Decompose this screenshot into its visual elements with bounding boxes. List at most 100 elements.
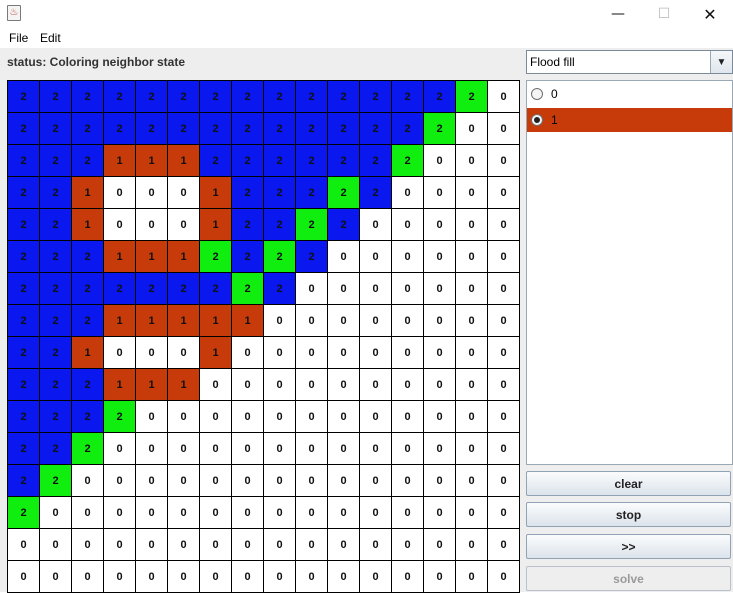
grid-cell[interactable]: 0 <box>392 561 424 593</box>
grid-cell[interactable]: 2 <box>40 305 72 337</box>
grid-cell[interactable]: 1 <box>136 145 168 177</box>
grid-cell[interactable]: 1 <box>72 337 104 369</box>
grid-cell[interactable]: 1 <box>104 241 136 273</box>
grid-cell[interactable]: 0 <box>168 177 200 209</box>
grid-cell[interactable]: 1 <box>72 209 104 241</box>
grid-cell[interactable]: 2 <box>264 145 296 177</box>
grid-cell[interactable]: 1 <box>200 305 232 337</box>
grid-cell[interactable]: 0 <box>488 305 520 337</box>
grid-cell[interactable]: 2 <box>136 273 168 305</box>
grid-cell[interactable]: 0 <box>456 401 488 433</box>
grid-cell[interactable]: 2 <box>200 81 232 113</box>
maximize-button[interactable]: ☐ <box>641 0 687 28</box>
grid-cell[interactable]: 0 <box>488 529 520 561</box>
grid-cell[interactable]: 2 <box>40 81 72 113</box>
grid-cell[interactable]: 0 <box>296 337 328 369</box>
grid-cell[interactable]: 0 <box>200 433 232 465</box>
grid-cell[interactable]: 0 <box>104 529 136 561</box>
grid-cell[interactable]: 0 <box>328 273 360 305</box>
grid-cell[interactable]: 0 <box>456 465 488 497</box>
grid-cell[interactable]: 0 <box>104 209 136 241</box>
grid-cell[interactable]: 2 <box>8 433 40 465</box>
grid-cell[interactable]: 0 <box>392 209 424 241</box>
grid-cell[interactable]: 0 <box>392 273 424 305</box>
minimize-button[interactable]: — <box>595 0 641 28</box>
grid-cell[interactable]: 0 <box>72 529 104 561</box>
grid-cell[interactable]: 0 <box>424 209 456 241</box>
grid-cell[interactable]: 0 <box>360 273 392 305</box>
grid-cell[interactable]: 2 <box>8 337 40 369</box>
grid-cell[interactable]: 0 <box>200 401 232 433</box>
menu-file[interactable]: File <box>7 30 30 46</box>
grid-cell[interactable]: 0 <box>456 241 488 273</box>
grid-cell[interactable]: 2 <box>104 81 136 113</box>
grid-cell[interactable]: 2 <box>8 81 40 113</box>
grid-cell[interactable]: 2 <box>72 401 104 433</box>
grid-cell[interactable]: 2 <box>328 113 360 145</box>
grid-cell[interactable]: 2 <box>296 113 328 145</box>
grid-cell[interactable]: 2 <box>424 113 456 145</box>
grid-cell[interactable]: 2 <box>8 497 40 529</box>
grid-cell[interactable]: 0 <box>296 561 328 593</box>
grid-cell[interactable]: 2 <box>392 145 424 177</box>
stop-button[interactable]: stop <box>526 502 731 527</box>
grid-cell[interactable]: 0 <box>360 497 392 529</box>
grid-cell[interactable]: 0 <box>136 337 168 369</box>
grid-cell[interactable]: 0 <box>264 529 296 561</box>
step-button[interactable]: >> <box>526 534 731 559</box>
grid-cell[interactable]: 0 <box>328 497 360 529</box>
grid-cell[interactable]: 0 <box>168 497 200 529</box>
grid-cell[interactable]: 0 <box>296 305 328 337</box>
grid-cell[interactable]: 0 <box>328 337 360 369</box>
grid-cell[interactable]: 2 <box>40 465 72 497</box>
grid-cell[interactable]: 0 <box>296 497 328 529</box>
grid-cell[interactable]: 2 <box>104 401 136 433</box>
grid-cell[interactable]: 2 <box>8 273 40 305</box>
grid-cell[interactable]: 0 <box>232 433 264 465</box>
grid-cell[interactable]: 0 <box>328 465 360 497</box>
grid-cell[interactable]: 0 <box>424 177 456 209</box>
grid-cell[interactable]: 2 <box>40 113 72 145</box>
grid-cell[interactable]: 0 <box>360 433 392 465</box>
grid-cell[interactable]: 0 <box>200 529 232 561</box>
grid-cell[interactable]: 1 <box>72 177 104 209</box>
grid-cell[interactable]: 2 <box>360 177 392 209</box>
grid-cell[interactable]: 0 <box>424 401 456 433</box>
grid-cell[interactable]: 0 <box>40 561 72 593</box>
grid-cell[interactable]: 2 <box>232 177 264 209</box>
grid-cell[interactable]: 0 <box>168 337 200 369</box>
grid-cell[interactable]: 2 <box>8 465 40 497</box>
grid-cell[interactable]: 0 <box>136 561 168 593</box>
grid-cell[interactable]: 0 <box>328 433 360 465</box>
grid-cell[interactable]: 2 <box>392 81 424 113</box>
grid-cell[interactable]: 0 <box>104 561 136 593</box>
grid-cell[interactable]: 2 <box>264 273 296 305</box>
grid-cell[interactable]: 2 <box>136 81 168 113</box>
grid-cell[interactable]: 0 <box>424 433 456 465</box>
grid-cell[interactable]: 0 <box>104 337 136 369</box>
grid-cell[interactable]: 0 <box>392 241 424 273</box>
grid-cell[interactable]: 1 <box>168 241 200 273</box>
grid-cell[interactable]: 0 <box>424 561 456 593</box>
grid-cell[interactable]: 0 <box>392 305 424 337</box>
palette-item-1[interactable]: 1 <box>527 108 732 132</box>
grid-cell[interactable]: 0 <box>264 497 296 529</box>
grid-cell[interactable]: 2 <box>264 241 296 273</box>
grid-cell[interactable]: 2 <box>200 241 232 273</box>
grid-cell[interactable]: 0 <box>456 113 488 145</box>
grid-cell[interactable]: 2 <box>72 433 104 465</box>
grid-cell[interactable]: 2 <box>8 369 40 401</box>
grid-cell[interactable]: 2 <box>8 145 40 177</box>
grid-cell[interactable]: 2 <box>8 401 40 433</box>
grid-cell[interactable]: 0 <box>40 497 72 529</box>
grid-cell[interactable]: 2 <box>296 81 328 113</box>
grid-cell[interactable]: 1 <box>104 305 136 337</box>
grid-cell[interactable]: 1 <box>168 305 200 337</box>
grid-cell[interactable]: 0 <box>392 497 424 529</box>
grid-cell[interactable]: 0 <box>456 209 488 241</box>
grid-cell[interactable]: 0 <box>424 529 456 561</box>
grid-cell[interactable]: 0 <box>264 401 296 433</box>
grid-cell[interactable]: 1 <box>136 369 168 401</box>
grid-cell[interactable]: 0 <box>488 81 520 113</box>
grid-cell[interactable]: 2 <box>328 81 360 113</box>
